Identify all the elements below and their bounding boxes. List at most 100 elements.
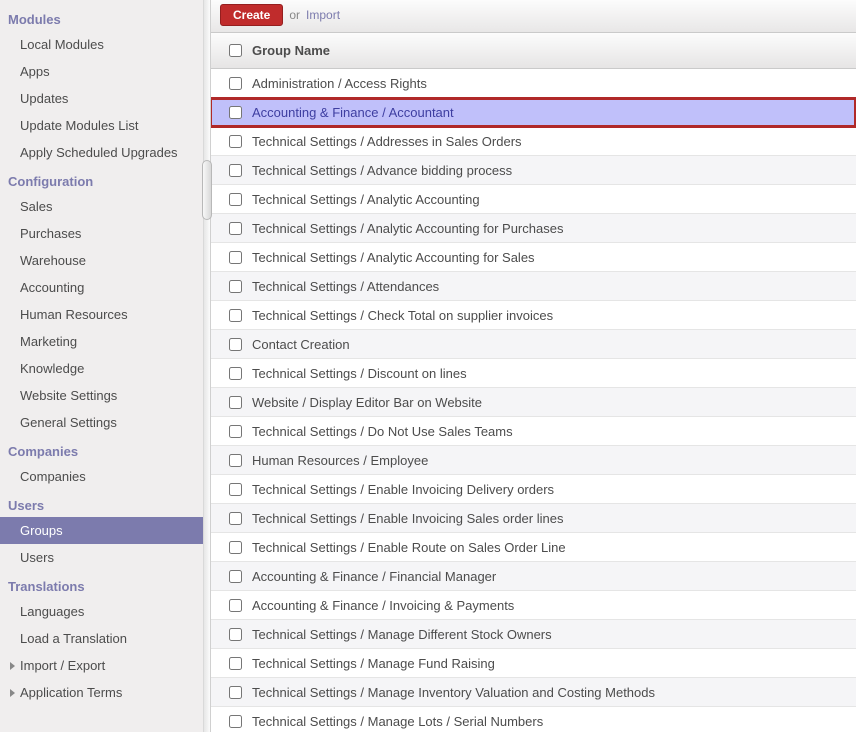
table-row[interactable]: Accounting & Finance / Financial Manager (210, 562, 856, 591)
row-checkbox[interactable] (229, 686, 242, 699)
sidebar-item[interactable]: Application Terms (0, 679, 203, 706)
sidebar-section-header: Companies (0, 436, 203, 463)
row-checkbox[interactable] (229, 193, 242, 206)
row-checkbox[interactable] (229, 657, 242, 670)
sidebar-item[interactable]: Import / Export (0, 652, 203, 679)
row-checkbox-cell (220, 190, 250, 209)
sidebar-item[interactable]: Updates (0, 85, 203, 112)
sidebar-item[interactable]: Marketing (0, 328, 203, 355)
row-checkbox[interactable] (229, 77, 242, 90)
row-checkbox[interactable] (229, 599, 242, 612)
table-row[interactable]: Technical Settings / Attendances (210, 272, 856, 301)
table-row[interactable]: Technical Settings / Addresses in Sales … (210, 127, 856, 156)
table-row[interactable]: Human Resources / Employee (210, 446, 856, 475)
table-row[interactable]: Technical Settings / Manage Lots / Seria… (210, 707, 856, 732)
sidebar-item[interactable]: Warehouse (0, 247, 203, 274)
row-checkbox[interactable] (229, 367, 242, 380)
row-checkbox-cell (220, 74, 250, 93)
table-row[interactable]: Administration / Access Rights (210, 69, 856, 98)
sidebar-section-header: Modules (0, 4, 203, 31)
table-row[interactable]: Technical Settings / Check Total on supp… (210, 301, 856, 330)
row-checkbox[interactable] (229, 222, 242, 235)
sidebar-resize-strip[interactable] (204, 0, 210, 732)
sidebar-item[interactable]: Sales (0, 193, 203, 220)
table-row[interactable]: Technical Settings / Enable Invoicing Sa… (210, 504, 856, 533)
sidebar-item[interactable]: Apply Scheduled Upgrades (0, 139, 203, 166)
sidebar-item[interactable]: Groups (0, 517, 203, 544)
table-row[interactable]: Technical Settings / Advance bidding pro… (210, 156, 856, 185)
row-checkbox[interactable] (229, 106, 242, 119)
select-all-checkbox[interactable] (229, 44, 242, 57)
row-group-name: Technical Settings / Analytic Accounting… (250, 244, 846, 271)
row-checkbox[interactable] (229, 715, 242, 728)
table-row[interactable]: Technical Settings / Discount on lines (210, 359, 856, 388)
sidebar-resize-handle[interactable] (202, 160, 212, 220)
row-checkbox[interactable] (229, 483, 242, 496)
row-checkbox[interactable] (229, 541, 242, 554)
row-group-name: Technical Settings / Manage Inventory Va… (250, 679, 846, 706)
row-checkbox[interactable] (229, 512, 242, 525)
table-row[interactable]: Technical Settings / Analytic Accounting (210, 185, 856, 214)
row-checkbox[interactable] (229, 251, 242, 264)
table-row[interactable]: Technical Settings / Analytic Accounting… (210, 214, 856, 243)
sidebar-item-label: Languages (20, 604, 84, 619)
row-checkbox[interactable] (229, 628, 242, 641)
import-link[interactable]: Import (306, 8, 340, 22)
sidebar-item[interactable]: Accounting (0, 274, 203, 301)
row-group-name: Technical Settings / Analytic Accounting… (250, 215, 846, 242)
row-checkbox[interactable] (229, 280, 242, 293)
sidebar-item[interactable]: Apps (0, 58, 203, 85)
row-group-name: Technical Settings / Manage Fund Raising (250, 650, 846, 677)
row-group-name: Accounting & Finance / Invoicing & Payme… (250, 592, 846, 619)
row-checkbox[interactable] (229, 396, 242, 409)
sidebar-item[interactable]: Update Modules List (0, 112, 203, 139)
table-row[interactable]: Accounting & Finance / Invoicing & Payme… (210, 591, 856, 620)
row-checkbox[interactable] (229, 425, 242, 438)
table-row[interactable]: Technical Settings / Manage Fund Raising (210, 649, 856, 678)
table-row[interactable]: Technical Settings / Manage Different St… (210, 620, 856, 649)
row-checkbox[interactable] (229, 309, 242, 322)
sidebar-item-label: Update Modules List (20, 118, 139, 133)
table-row[interactable]: Technical Settings / Enable Invoicing De… (210, 475, 856, 504)
row-checkbox[interactable] (229, 338, 242, 351)
sidebar-item[interactable]: Languages (0, 598, 203, 625)
sidebar-item[interactable]: Website Settings (0, 382, 203, 409)
table-row[interactable]: Technical Settings / Do Not Use Sales Te… (210, 417, 856, 446)
sidebar-item[interactable]: Users (0, 544, 203, 571)
table-row[interactable]: Accounting & Finance / Accountant (210, 98, 856, 127)
or-text: or (289, 8, 300, 22)
row-group-name: Technical Settings / Check Total on supp… (250, 302, 846, 329)
sidebar-item[interactable]: Knowledge (0, 355, 203, 382)
row-checkbox[interactable] (229, 164, 242, 177)
row-group-name: Technical Settings / Enable Invoicing De… (250, 476, 846, 503)
row-checkbox-cell (220, 248, 250, 267)
row-checkbox-cell (220, 335, 250, 354)
create-button[interactable]: Create (220, 4, 283, 26)
row-group-name: Technical Settings / Do Not Use Sales Te… (250, 418, 846, 445)
row-group-name: Technical Settings / Analytic Accounting (250, 186, 846, 213)
table-row[interactable]: Technical Settings / Manage Inventory Va… (210, 678, 856, 707)
column-header-group-name[interactable]: Group Name (250, 43, 846, 58)
sidebar-item[interactable]: Human Resources (0, 301, 203, 328)
sidebar-item[interactable]: Load a Translation (0, 625, 203, 652)
sidebar-item-label: Accounting (20, 280, 84, 295)
row-checkbox[interactable] (229, 135, 242, 148)
row-checkbox[interactable] (229, 454, 242, 467)
sidebar-item[interactable]: Purchases (0, 220, 203, 247)
row-checkbox-cell (220, 654, 250, 673)
sidebar-item[interactable]: General Settings (0, 409, 203, 436)
row-group-name: Technical Settings / Attendances (250, 273, 846, 300)
row-checkbox-cell (220, 132, 250, 151)
sidebar-item[interactable]: Companies (0, 463, 203, 490)
table-row[interactable]: Website / Display Editor Bar on Website (210, 388, 856, 417)
row-checkbox-cell (220, 103, 250, 122)
row-checkbox[interactable] (229, 570, 242, 583)
list-toolbar: Create or Import (210, 0, 856, 33)
table-row[interactable]: Technical Settings / Analytic Accounting… (210, 243, 856, 272)
table-row[interactable]: Contact Creation (210, 330, 856, 359)
table-row[interactable]: Technical Settings / Enable Route on Sal… (210, 533, 856, 562)
sidebar-item[interactable]: Local Modules (0, 31, 203, 58)
row-checkbox-cell (220, 306, 250, 325)
row-checkbox-cell (220, 596, 250, 615)
row-checkbox-cell (220, 364, 250, 383)
